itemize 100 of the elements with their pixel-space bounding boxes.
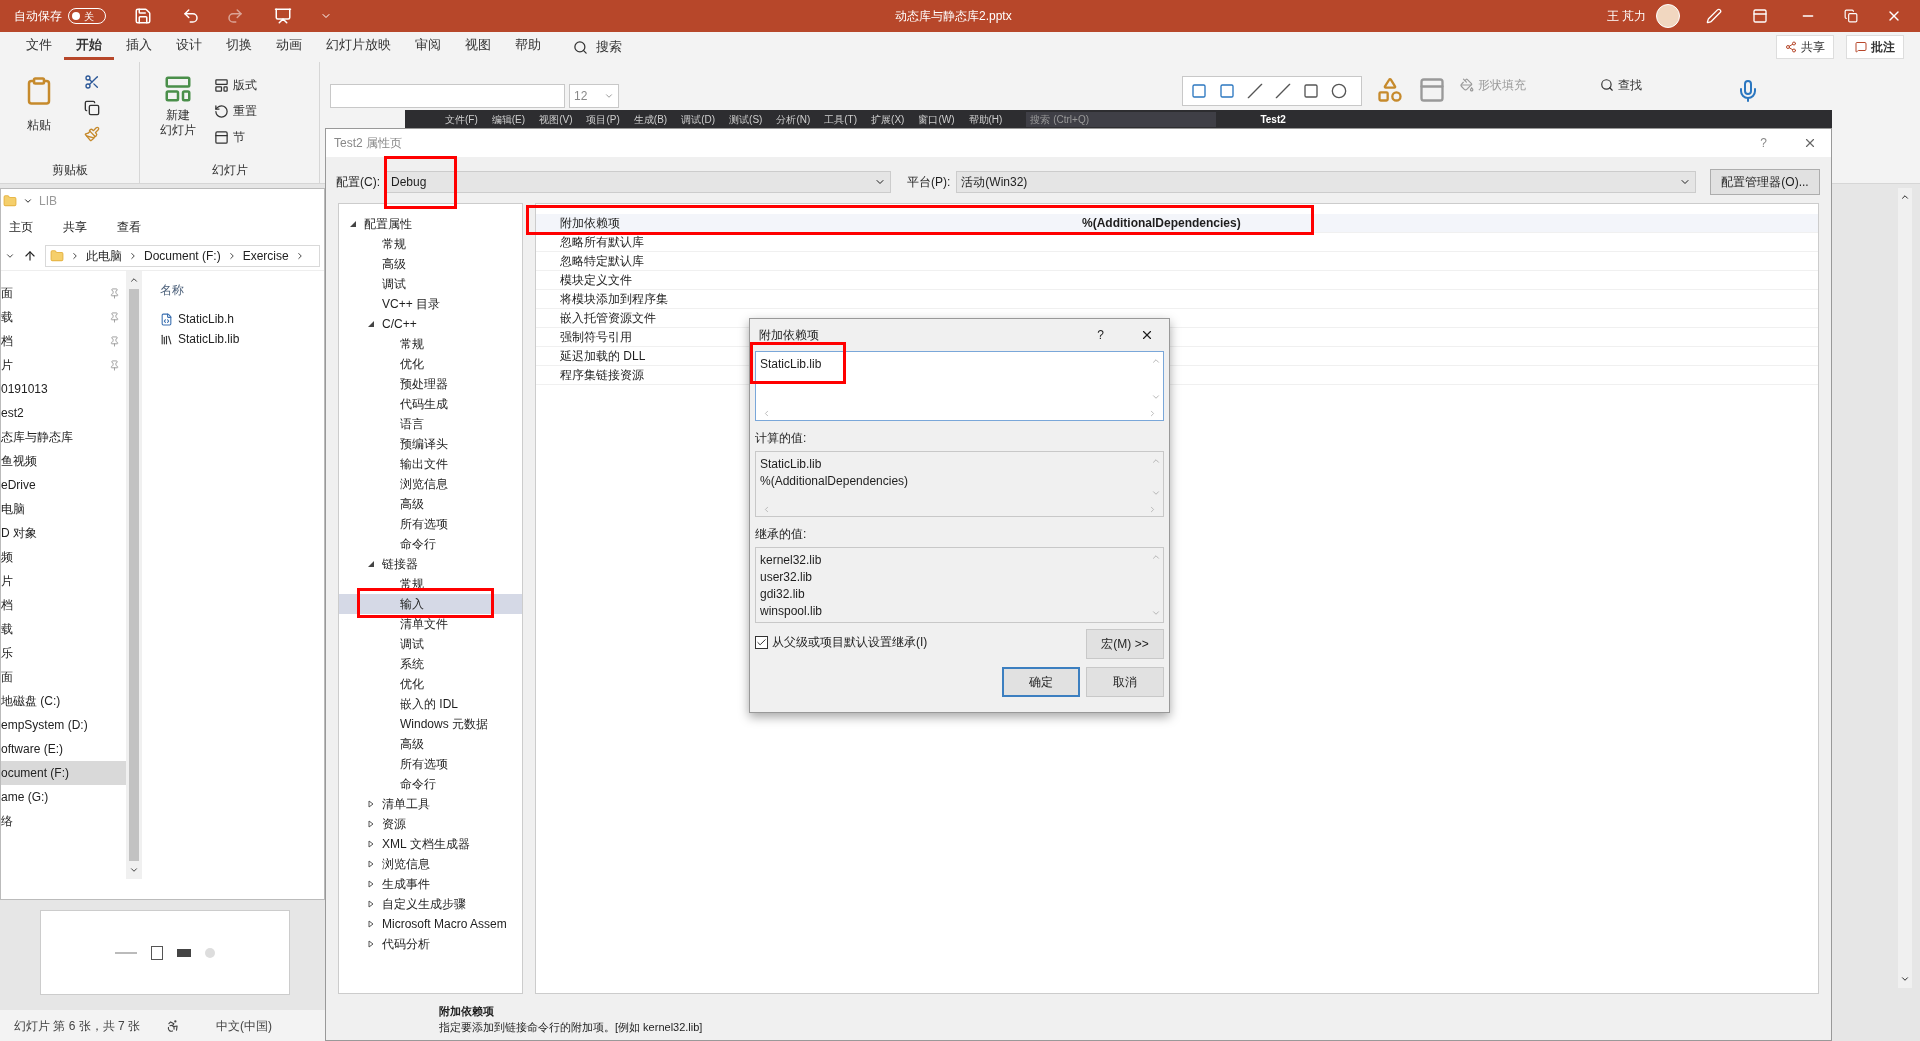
scrollbar[interactable] [1898, 188, 1912, 988]
collapsed-arrow-icon[interactable] [367, 940, 375, 948]
caret-icon[interactable] [23, 196, 33, 206]
nav-item[interactable]: 档 [1, 329, 126, 353]
format-painter-icon[interactable] [84, 126, 100, 142]
comment-button[interactable]: 批注 [1846, 35, 1904, 59]
tree-item[interactable]: 所有选项 [339, 514, 522, 534]
ribbon-tab[interactable]: 设计 [164, 34, 214, 60]
checkbox-label[interactable]: 从父级或项目默认设置继承(I) [772, 633, 928, 651]
breadcrumb-item[interactable]: 此电脑 [86, 246, 122, 265]
nav-item[interactable]: oftware (E:) [1, 737, 126, 761]
tree-item[interactable]: 资源 [339, 814, 522, 834]
macros-button[interactable]: 宏(M) >> [1086, 629, 1164, 659]
collapsed-arrow-icon[interactable] [367, 900, 375, 908]
collapsed-arrow-icon[interactable] [367, 880, 375, 888]
scroll-up-icon[interactable] [1900, 192, 1910, 202]
tree-item[interactable]: 语言 [339, 414, 522, 434]
platform-dropdown[interactable]: 活动(Win32) [956, 171, 1697, 193]
tree-item[interactable]: 输入 [339, 594, 522, 614]
reset-button[interactable]: 重置 [233, 102, 257, 120]
address-bar[interactable]: 此电脑 Document (F:) Exercise [45, 244, 320, 267]
ribbon-tab[interactable]: 文件 [14, 34, 64, 60]
undo-icon[interactable] [182, 7, 200, 25]
collapsed-arrow-icon[interactable] [367, 920, 375, 928]
tree-item[interactable]: 调试 [339, 634, 522, 654]
tree-item[interactable]: 调试 [339, 274, 522, 294]
collapsed-arrow-icon[interactable] [367, 860, 375, 868]
nav-item[interactable]: ocument (F:) [1, 761, 126, 785]
breadcrumb-item[interactable]: Document (F:) [144, 246, 221, 265]
nav-item[interactable]: 片 [1, 353, 126, 377]
tree-item[interactable]: 预处理器 [339, 374, 522, 394]
property-row[interactable]: 将模块添加到程序集 [536, 290, 1818, 309]
text-box-icon[interactable] [1219, 83, 1235, 99]
search-label[interactable]: 搜索 [596, 37, 622, 57]
paste-label[interactable]: 粘贴 [27, 116, 51, 134]
tree-item[interactable]: Microsoft Macro Assem [339, 914, 522, 934]
layout-button[interactable]: 版式 [233, 76, 257, 94]
nav-item[interactable]: est2 [1, 401, 126, 425]
share-button[interactable]: 共享 [1776, 35, 1834, 59]
line-icon[interactable] [1247, 83, 1263, 99]
presentation-icon[interactable] [274, 7, 292, 25]
tree-item[interactable]: 代码生成 [339, 394, 522, 414]
nav-item[interactable]: 地磁盘 (C:) [1, 689, 126, 713]
breadcrumb-item[interactable]: Exercise [242, 246, 289, 265]
tree-item[interactable]: 所有选项 [339, 754, 522, 774]
tree-item[interactable]: 优化 [339, 354, 522, 374]
new-slide-icon[interactable] [163, 74, 193, 104]
tree-item[interactable]: 高级 [339, 734, 522, 754]
ribbon-tab[interactable]: 帮助 [503, 34, 553, 60]
font-field[interactable] [330, 84, 565, 108]
ribbon-tab[interactable]: 插入 [114, 34, 164, 60]
avatar[interactable] [1656, 4, 1680, 28]
tree-item[interactable]: 浏览信息 [339, 854, 522, 874]
nav-item[interactable]: 络 [1, 809, 126, 833]
property-row[interactable]: 忽略所有默认库 [536, 233, 1818, 252]
help-button[interactable]: ? [1097, 326, 1104, 344]
nav-item[interactable]: 面 [1, 665, 126, 689]
nav-item[interactable]: eDrive [1, 473, 126, 497]
nav-item[interactable]: 乐 [1, 641, 126, 665]
scroll-down-icon[interactable] [129, 865, 139, 875]
tree-item[interactable]: 优化 [339, 674, 522, 694]
tree-item[interactable]: 代码分析 [339, 934, 522, 954]
property-row[interactable]: 忽略特定默认库 [536, 252, 1818, 271]
pen-icon[interactable] [1706, 8, 1722, 24]
ribbon-tab[interactable]: 审阅 [403, 34, 453, 60]
tree-item[interactable]: 高级 [339, 494, 522, 514]
text-box-icon[interactable] [1191, 83, 1207, 99]
section-button[interactable]: 节 [233, 128, 245, 146]
nav-item[interactable]: 片 [1, 569, 126, 593]
file-item[interactable]: StaticLib.h [160, 309, 324, 329]
ribbon-tab[interactable]: 共享 [63, 218, 87, 236]
tree-item[interactable]: 常规 [339, 234, 522, 254]
menu-item[interactable]: 项目(P) [586, 111, 620, 127]
config-dropdown[interactable]: Debug [386, 171, 891, 193]
nav-item[interactable]: 鱼视频 [1, 449, 126, 473]
tree-item[interactable]: C/C++ [339, 314, 522, 334]
tree-item[interactable]: 高级 [339, 254, 522, 274]
checkbox[interactable] [755, 635, 768, 649]
ribbon-display-icon[interactable] [1752, 8, 1768, 24]
nav-item[interactable]: 频 [1, 545, 126, 569]
nav-item[interactable]: empSystem (D:) [1, 713, 126, 737]
nav-item[interactable]: ame (G:) [1, 785, 126, 809]
menu-item[interactable]: 帮助(H) [968, 111, 1003, 127]
tree-item[interactable]: XML 文档生成器 [339, 834, 522, 854]
nav-item[interactable]: 载 [1, 305, 126, 329]
nav-item[interactable]: 态库与静态库 [1, 425, 126, 449]
new-slide-label[interactable]: 新建 [166, 108, 190, 123]
column-header[interactable]: 名称 [160, 281, 324, 299]
tree-item[interactable]: 清单工具 [339, 794, 522, 814]
file-item[interactable]: StaticLib.lib [160, 329, 324, 349]
collapsed-arrow-icon[interactable] [367, 800, 375, 808]
font-size-field[interactable]: 12 [569, 84, 619, 108]
menu-item[interactable]: 工具(T) [824, 111, 858, 127]
ribbon-tab[interactable]: 切换 [214, 34, 264, 60]
menu-item[interactable]: 视图(V) [539, 111, 573, 127]
tree-item[interactable]: 自定义生成步骤 [339, 894, 522, 914]
scroll-up-icon[interactable] [129, 275, 139, 285]
ribbon-tab[interactable]: 主页 [9, 218, 33, 236]
tree-item[interactable]: 浏览信息 [339, 474, 522, 494]
ribbon-tab[interactable]: 动画 [264, 34, 314, 60]
